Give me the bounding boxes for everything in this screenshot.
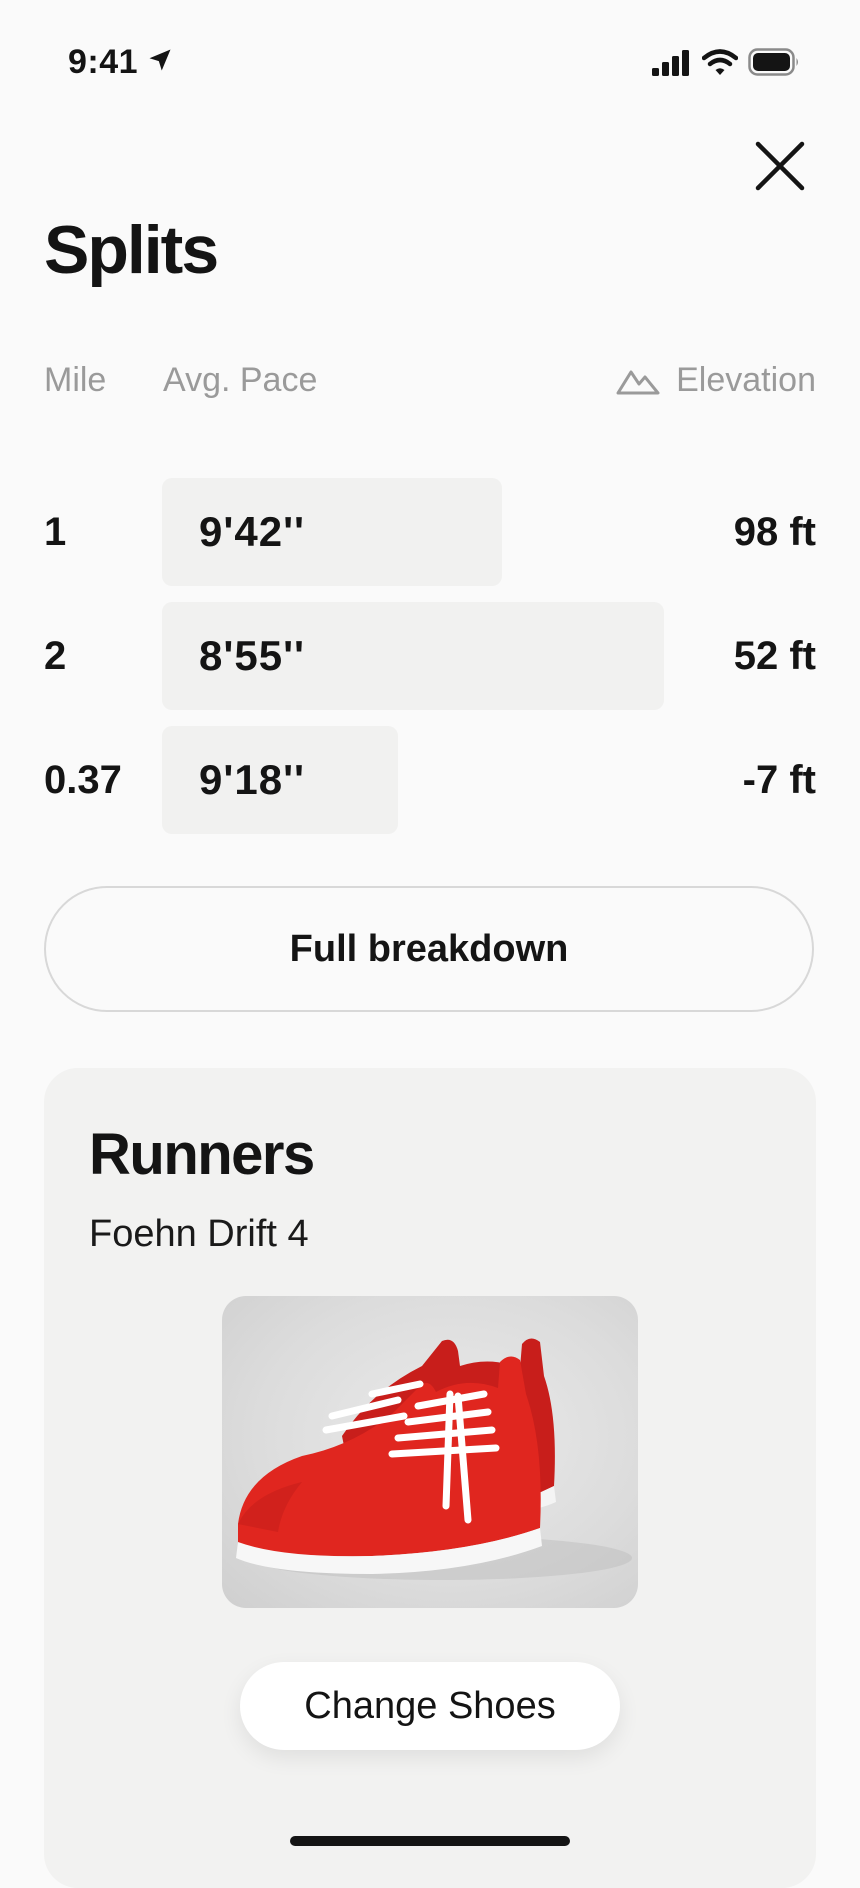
runners-title: Runners <box>89 1122 315 1187</box>
split-mile: 1 <box>44 510 67 554</box>
shoe-name: Foehn Drift 4 <box>89 1213 309 1255</box>
wifi-icon <box>702 49 738 75</box>
split-elevation: 98 ft <box>733 510 816 554</box>
split-pace: 8'55'' <box>199 632 306 679</box>
mountain-icon <box>616 370 660 395</box>
battery-icon <box>748 48 798 76</box>
location-arrow-icon <box>149 49 171 71</box>
shoe-photo <box>222 1296 638 1608</box>
split-elevation: 52 ft <box>733 634 816 678</box>
close-button[interactable] <box>752 138 808 194</box>
split-mile: 2 <box>44 634 67 678</box>
home-indicator <box>290 1836 570 1846</box>
close-icon <box>755 141 805 191</box>
change-shoes-button[interactable]: Change Shoes <box>240 1662 620 1750</box>
split-row: 0.37 9'18'' -7 ft <box>0 726 860 834</box>
column-header-elevation: Elevation <box>676 361 816 399</box>
full-breakdown-button[interactable]: Full breakdown <box>44 886 814 1012</box>
split-elevation: -7 ft <box>742 758 816 802</box>
status-time: 9:41 <box>68 43 139 81</box>
column-header-mile: Mile <box>44 361 107 399</box>
page-title: Splits <box>44 212 219 288</box>
sneakers-image <box>236 1338 632 1580</box>
split-row: 1 9'42'' 98 ft <box>0 478 860 586</box>
column-header-pace: Avg. Pace <box>163 361 318 399</box>
split-mile: 0.37 <box>44 758 122 802</box>
cellular-signal-icon <box>652 50 689 76</box>
split-pace: 9'18'' <box>199 756 306 803</box>
split-row: 2 8'55'' 52 ft <box>0 602 860 710</box>
split-pace: 9'42'' <box>199 508 306 555</box>
